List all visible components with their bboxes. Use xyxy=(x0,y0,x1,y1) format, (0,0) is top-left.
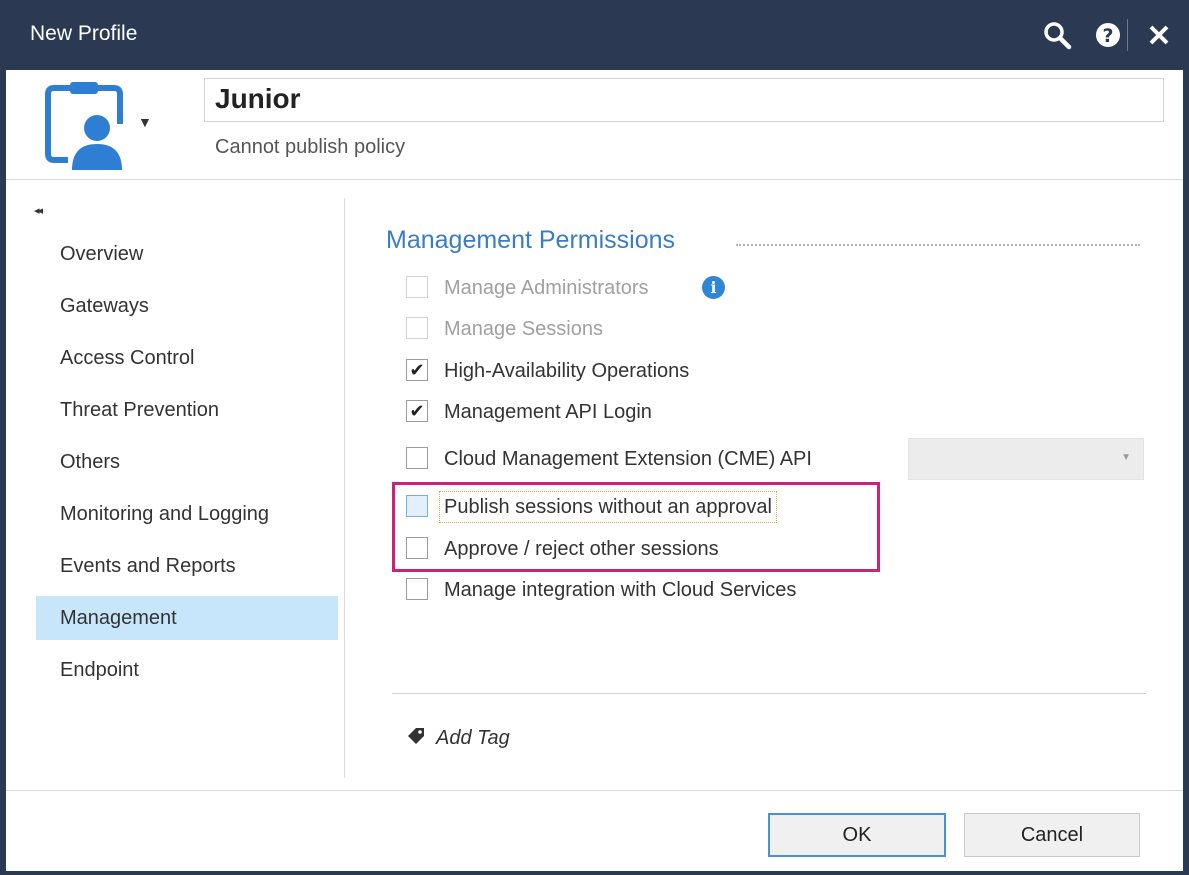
search-icon[interactable] xyxy=(1042,20,1072,50)
collapse-sidebar-icon[interactable]: ◂◂ xyxy=(34,204,43,217)
new-profile-dialog: New Profile ? ▼ Junior Cannot publish po… xyxy=(0,0,1189,875)
close-icon[interactable] xyxy=(1144,20,1174,50)
sidebar-item-overview[interactable]: Overview xyxy=(36,232,338,276)
profile-header: ▼ Junior Cannot publish policy xyxy=(6,70,1183,180)
dialog-footer: OK Cancel xyxy=(6,790,1183,871)
sidebar-item-events-and-reports[interactable]: Events and Reports xyxy=(36,544,338,588)
add-tag-link[interactable]: Add Tag xyxy=(406,726,510,750)
perm-label: Manage integration with Cloud Services xyxy=(444,579,797,601)
checkbox-manage-sessions[interactable] xyxy=(406,317,428,339)
profile-icon-dropdown[interactable]: ▼ xyxy=(138,114,152,130)
add-tag-label: Add Tag xyxy=(436,727,510,749)
profile-name: Junior xyxy=(215,83,301,114)
window-title: New Profile xyxy=(30,22,138,45)
divider xyxy=(392,693,1146,694)
sidebar-item-gateways[interactable]: Gateways xyxy=(36,284,338,328)
checkbox-publish-sessions[interactable] xyxy=(406,495,428,517)
sidebar: ◂◂ Overview Gateways Access Control Thre… xyxy=(6,180,346,780)
checkbox-approve-reject-sessions[interactable] xyxy=(406,537,428,559)
sidebar-nav: Overview Gateways Access Control Threat … xyxy=(36,232,338,700)
perm-label: Manage Sessions xyxy=(444,318,603,340)
checkbox-management-api-login[interactable]: ✔ xyxy=(406,400,428,422)
profile-name-field[interactable]: Junior xyxy=(204,78,1164,122)
sidebar-item-others[interactable]: Others xyxy=(36,440,338,484)
checkbox-manage-cloud-services[interactable] xyxy=(406,578,428,600)
perm-label: Approve / reject other sessions xyxy=(444,538,719,560)
perm-label: High-Availability Operations xyxy=(444,360,690,382)
title-bar: New Profile ? xyxy=(6,0,1183,70)
permissions-panel: Management Permissions Manage Administra… xyxy=(386,180,1146,780)
perm-label: Manage Administrators xyxy=(444,277,649,299)
sidebar-divider xyxy=(344,198,345,778)
tag-icon xyxy=(408,728,424,744)
sidebar-item-access-control[interactable]: Access Control xyxy=(36,336,338,380)
svg-text:?: ? xyxy=(1102,25,1113,47)
titlebar-separator xyxy=(1127,19,1128,51)
checkbox-manage-administrators[interactable] xyxy=(406,276,428,298)
section-title: Management Permissions xyxy=(386,226,676,254)
sidebar-item-monitoring-and-logging[interactable]: Monitoring and Logging xyxy=(36,492,338,536)
chevron-down-icon: ▼ xyxy=(1121,452,1131,463)
sidebar-item-endpoint[interactable]: Endpoint xyxy=(36,648,338,692)
sidebar-item-threat-prevention[interactable]: Threat Prevention xyxy=(36,388,338,432)
cme-api-dropdown[interactable]: ▼ xyxy=(908,438,1144,480)
perm-label: Publish sessions without an approval xyxy=(439,491,777,523)
sidebar-item-management[interactable]: Management xyxy=(36,596,338,640)
info-icon[interactable]: i xyxy=(702,276,725,299)
checkbox-cme-api[interactable] xyxy=(406,447,428,469)
help-icon[interactable]: ? xyxy=(1093,20,1123,50)
perm-label: Management API Login xyxy=(444,401,652,423)
cancel-button[interactable]: Cancel xyxy=(964,813,1140,857)
checkbox-high-availability-operations[interactable]: ✔ xyxy=(406,359,428,381)
perm-label: Cloud Management Extension (CME) API xyxy=(444,448,812,470)
section-title-rule xyxy=(736,244,1140,246)
profile-description[interactable]: Cannot publish policy xyxy=(215,136,405,159)
ok-button[interactable]: OK xyxy=(768,813,946,857)
profile-user-icon[interactable] xyxy=(42,80,126,170)
